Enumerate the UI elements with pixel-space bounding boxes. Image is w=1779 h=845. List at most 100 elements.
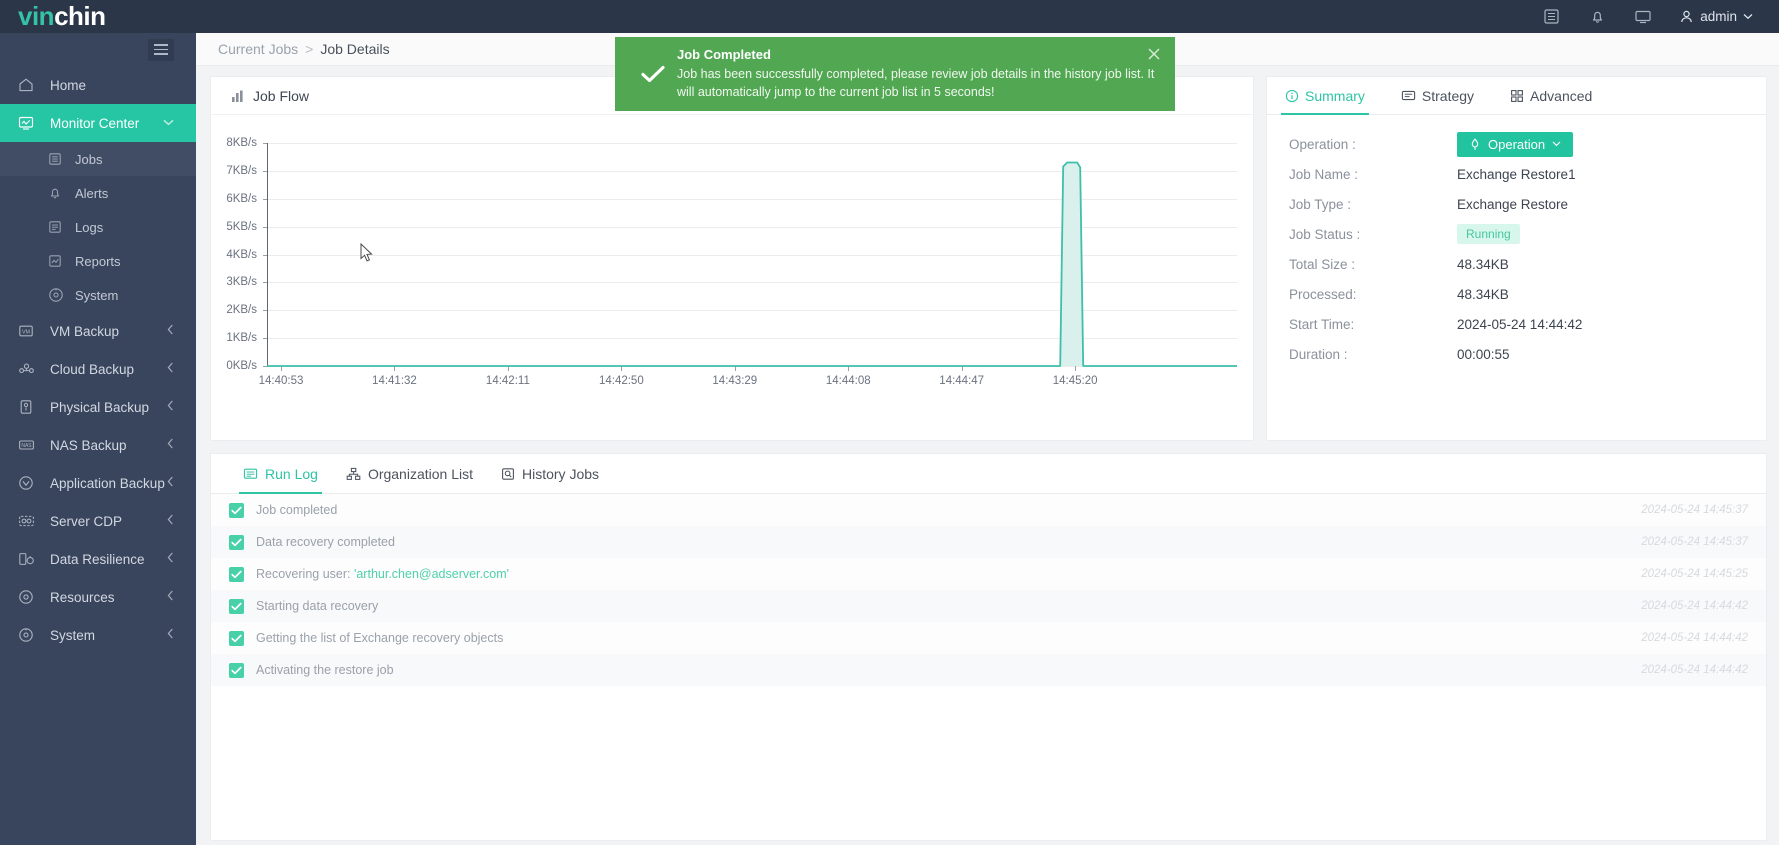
sidebar-item-server-cdp[interactable]: Server CDP xyxy=(0,502,196,540)
hamburger-icon[interactable] xyxy=(148,38,174,61)
log-row: Data recovery completed 2024-05-24 14:45:… xyxy=(211,526,1766,558)
tab-label: Run Log xyxy=(265,465,318,482)
log-message-text: Data recovery completed xyxy=(256,535,395,549)
status-badge: Running xyxy=(1457,224,1520,244)
sidebar-subitem-alerts[interactable]: Alerts xyxy=(0,176,196,210)
info-icon xyxy=(1285,89,1299,103)
home-icon xyxy=(18,77,40,93)
user-name: admin xyxy=(1700,9,1737,24)
sidebar-item-label: Resources xyxy=(50,589,115,605)
breadcrumb-current: Job Details xyxy=(320,41,390,57)
log-timestamp: 2024-05-24 14:44:42 xyxy=(1641,632,1748,644)
log-message-highlight: 'arthur.chen@adserver.com' xyxy=(353,567,510,581)
operation-button[interactable]: Operation xyxy=(1457,131,1574,157)
log-timestamp: 2024-05-24 14:44:42 xyxy=(1641,600,1748,612)
sidebar-item-label: Application Backup xyxy=(50,475,165,491)
summary-value: 00:00:55 xyxy=(1457,346,1510,362)
logs-icon xyxy=(48,220,66,234)
sidebar-subitem-jobs[interactable]: Jobs xyxy=(0,142,196,176)
logo-part-1: vin xyxy=(18,1,55,31)
app-logo[interactable]: vin chin xyxy=(0,0,196,33)
flow-series xyxy=(267,161,1237,367)
tab-run-log[interactable]: Run Log xyxy=(229,454,332,494)
org-icon xyxy=(346,467,361,481)
sidebar-item-label: Data Resilience xyxy=(50,551,145,567)
toast-body: Job Completed Job has been successfully … xyxy=(673,47,1157,101)
summary-key: Processed: xyxy=(1289,286,1357,302)
job-flow-chart[interactable]: 8KB/s 7KB/s 6KB/s 5KB/s 4KB/s 3KB/s 2KB/s 1KB/s… xyxy=(211,115,1255,441)
user-menu[interactable]: admin xyxy=(1679,9,1753,24)
log-message: Starting data recovery xyxy=(256,599,378,613)
summary-key: Job Status : xyxy=(1289,226,1361,242)
chevron-left-icon xyxy=(167,514,174,528)
sidebar-item-physical-backup[interactable]: Physical Backup xyxy=(0,388,196,426)
check-icon xyxy=(229,502,244,518)
app-icon xyxy=(18,475,40,491)
sidebar-item-label: NAS Backup xyxy=(50,437,127,453)
sidebar-item-label: Monitor Center xyxy=(50,115,140,131)
close-icon[interactable] xyxy=(1147,47,1161,61)
chevron-left-icon xyxy=(167,438,174,452)
log-message-text: Job completed xyxy=(256,503,338,517)
sidebar-item-system[interactable]: System xyxy=(0,616,196,654)
flow-area-fill xyxy=(267,162,1237,366)
resources-icon xyxy=(18,589,40,605)
tab-strategy[interactable]: Strategy xyxy=(1383,77,1492,114)
chart-icon xyxy=(231,89,245,103)
tab-history-jobs[interactable]: History Jobs xyxy=(487,454,613,493)
top-bar-actions: admin xyxy=(1541,7,1779,27)
sidebar-subitem-label: Alerts xyxy=(75,185,109,201)
summary-value: Exchange Restore xyxy=(1457,196,1569,212)
chevron-left-icon xyxy=(167,362,174,376)
tab-summary[interactable]: Summary xyxy=(1267,77,1383,115)
toast-message: Job has been successfully completed, ple… xyxy=(677,66,1155,99)
tab-label: Advanced xyxy=(1530,87,1593,104)
log-list: Job completed 2024-05-24 14:45:37 Data rec… xyxy=(211,494,1766,686)
log-timestamp: 2024-05-24 14:45:37 xyxy=(1641,504,1748,516)
sidebar-item-data-resilience[interactable]: Data Resilience xyxy=(0,540,196,578)
system-icon xyxy=(48,288,66,302)
vm-icon: VM xyxy=(18,323,40,339)
monitor-icon[interactable] xyxy=(1633,7,1653,27)
tab-label: Strategy xyxy=(1421,87,1475,104)
list-icon[interactable] xyxy=(1541,7,1561,27)
summary-row: Job Name : Exchange Restore1 xyxy=(1289,159,1766,189)
sidebar-subitem-label: Reports xyxy=(75,253,121,269)
sidebar-item-cloud-backup[interactable]: Cloud Backup xyxy=(0,350,196,388)
tab-label: History Jobs xyxy=(522,465,600,482)
log-message: Data recovery completed xyxy=(256,535,395,549)
check-icon xyxy=(633,64,673,84)
tab-advanced[interactable]: Advanced xyxy=(1492,77,1610,114)
tab-organization-list[interactable]: Organization List xyxy=(332,454,487,493)
chevron-left-icon xyxy=(167,476,174,490)
summary-tabs: Summary Strategy Advanced xyxy=(1267,77,1766,115)
sidebar-item-nas-backup[interactable]: NAS NAS Backup xyxy=(0,426,196,464)
breadcrumb-parent[interactable]: Current Jobs xyxy=(218,41,298,57)
check-icon xyxy=(229,534,244,550)
sidebar-subitem-system[interactable]: System xyxy=(0,278,196,312)
runlog-icon xyxy=(243,467,258,481)
summary-rows: Job Name : Exchange Restore1 Job Type : Exc… xyxy=(1289,159,1766,369)
log-message-text: Recovering user: xyxy=(256,567,354,581)
chevron-down-icon xyxy=(1552,141,1561,147)
summary-key: Job Type : xyxy=(1289,196,1352,212)
sidebar-item-resources[interactable]: Resources xyxy=(0,578,196,616)
summary-key: Job Name : xyxy=(1289,166,1359,182)
logo-part-2: chin xyxy=(54,1,106,31)
sidebar-item-label: Home xyxy=(50,77,87,93)
sidebar-item-label: Server CDP xyxy=(50,513,123,529)
sidebar-item-label: System xyxy=(50,627,96,643)
sidebar-subitem-reports[interactable]: Reports xyxy=(0,244,196,278)
bell-icon[interactable] xyxy=(1587,7,1607,27)
log-message: Getting the list of Exchange recovery ob… xyxy=(256,631,503,645)
run-log-panel: Run Log Organization List History Jobs Job… xyxy=(210,453,1767,841)
strategy-icon xyxy=(1401,89,1416,103)
content-region: Job Flow 8KB/s 7KB/s 6KB/s 5KB/s 4KB/s 3KB/s 2… xyxy=(196,66,1779,841)
sidebar-item-application-backup[interactable]: Application Backup xyxy=(0,464,196,502)
summary-row: Total Size : 48.34KB xyxy=(1289,249,1766,279)
sidebar-item-monitor-center[interactable]: Monitor Center xyxy=(0,104,196,142)
sidebar-item-home[interactable]: Home xyxy=(0,66,196,104)
log-timestamp: 2024-05-24 14:45:25 xyxy=(1641,568,1748,580)
sidebar-item-vm-backup[interactable]: VM VM Backup xyxy=(0,312,196,350)
sidebar-subitem-logs[interactable]: Logs xyxy=(0,210,196,244)
